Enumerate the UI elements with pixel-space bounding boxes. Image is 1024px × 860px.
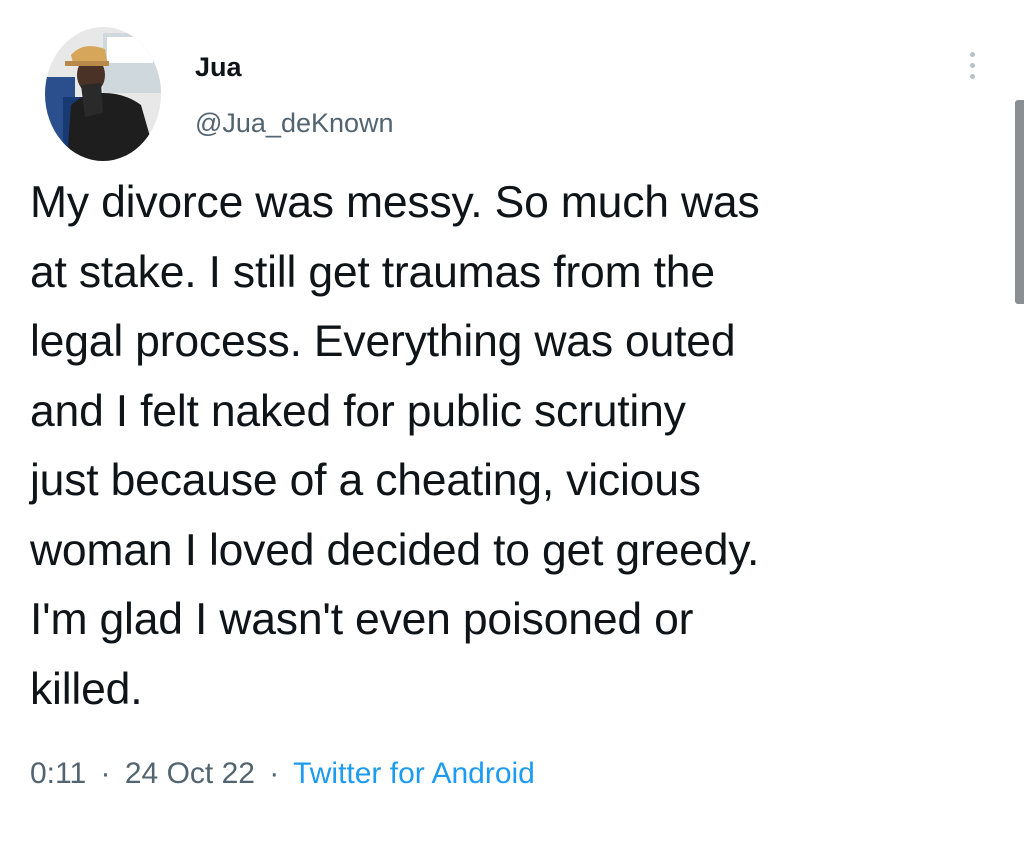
tweet-source-link[interactable]: Twitter for Android [293, 757, 535, 790]
meta-separator: · [269, 757, 280, 790]
more-dot [970, 63, 975, 68]
more-dot [970, 52, 975, 57]
display-name[interactable]: Jua [195, 52, 242, 83]
tweet-date[interactable]: 24 Oct 22 [125, 757, 255, 790]
more-dot [970, 74, 975, 79]
user-handle[interactable]: @Jua_deKnown [195, 108, 394, 139]
tweet-time[interactable]: 0:11 [30, 757, 86, 790]
avatar[interactable] [45, 27, 161, 161]
tweet-text: My divorce was messy. So much was at sta… [30, 178, 760, 714]
avatar-photo [45, 27, 161, 161]
scrollbar[interactable] [1015, 100, 1024, 304]
tweet-meta: 0:11 · 24 Oct 22 · Twitter for Android [30, 757, 535, 791]
tweet-card: Jua @Jua_deKnown My divorce was messy. S… [0, 0, 1024, 860]
more-vertical-icon[interactable] [962, 46, 982, 86]
meta-separator: · [100, 757, 111, 790]
